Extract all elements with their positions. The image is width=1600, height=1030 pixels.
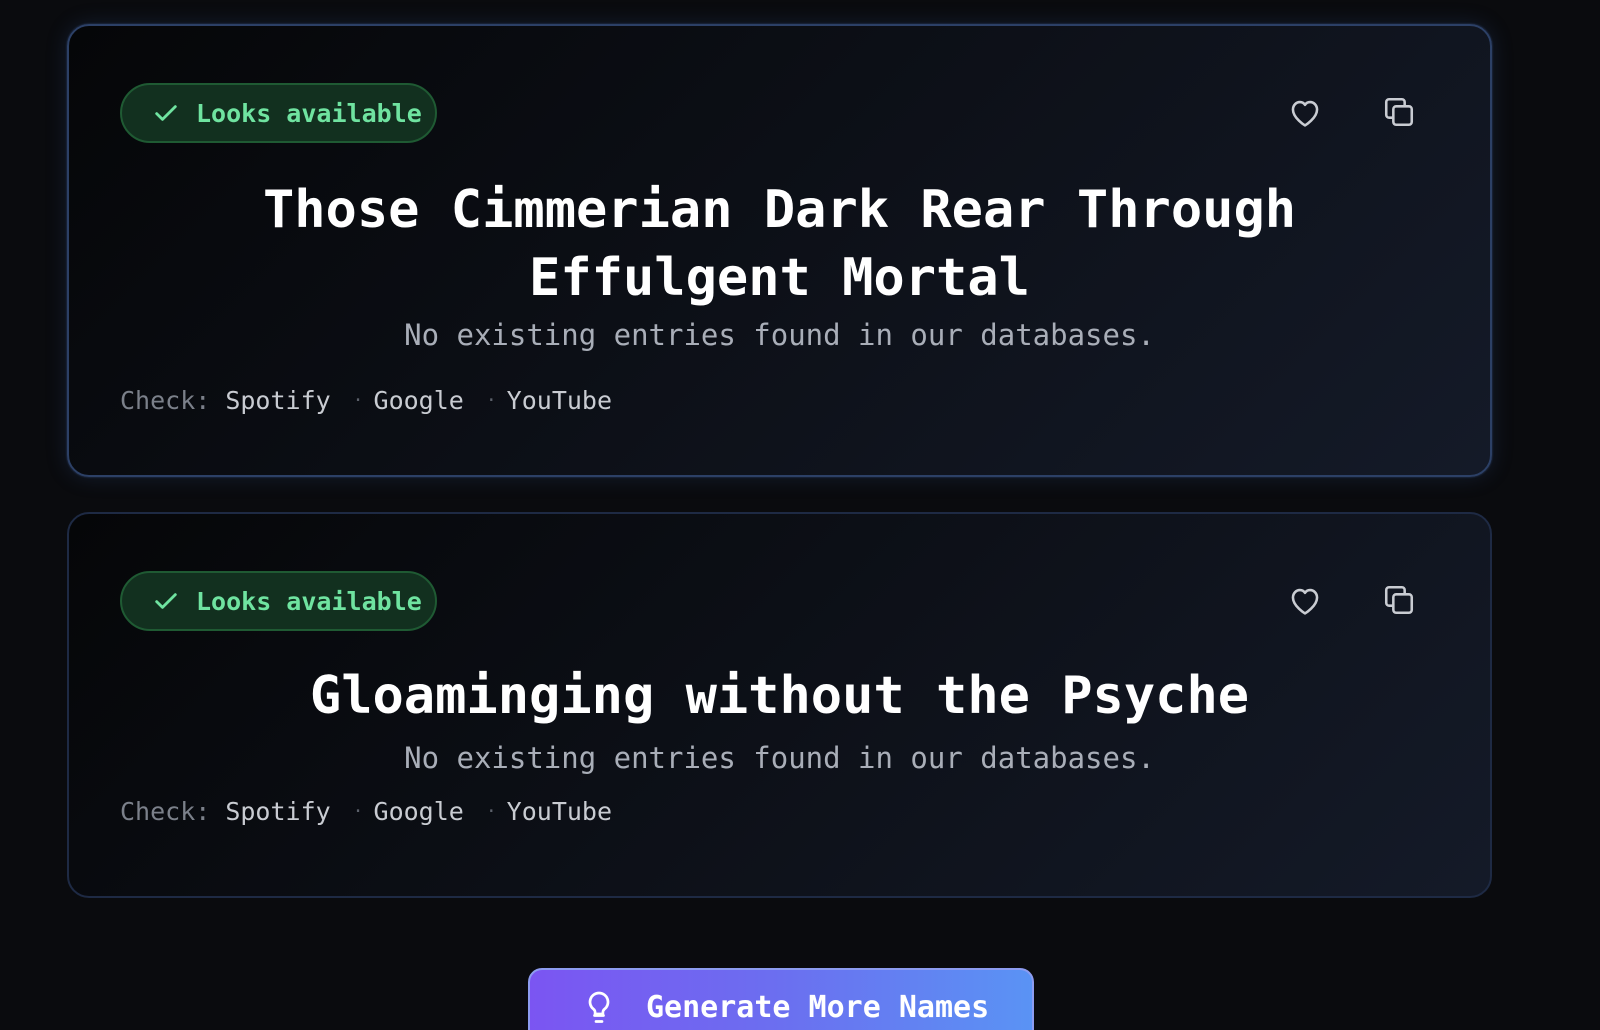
check-label: Check:: [120, 797, 211, 826]
link-separator: ·: [352, 801, 364, 822]
availability-badge: Looks available: [120, 571, 437, 631]
card-actions: [1287, 582, 1417, 618]
band-name-title: Gloaminging without the Psyche: [309, 666, 1250, 726]
link-separator: ·: [485, 801, 497, 822]
result-description: No existing entries found in our databas…: [404, 741, 1155, 775]
availability-badge-label: Looks available: [196, 98, 422, 128]
google-link[interactable]: Google: [374, 386, 464, 415]
availability-badge: Looks available: [120, 83, 437, 143]
link-separator: ·: [485, 390, 497, 411]
result-card[interactable]: Looks available Gloaminging without the …: [67, 512, 1492, 898]
spotify-link[interactable]: Spotify: [225, 386, 330, 415]
lightbulb-icon: [584, 990, 616, 1026]
result-description: No existing entries found in our databas…: [404, 318, 1155, 352]
generate-more-button[interactable]: Generate More Names: [528, 968, 1034, 1030]
heart-icon[interactable]: [1287, 94, 1323, 130]
check-icon: [152, 587, 180, 615]
check-links: Check: Spotify · Google · YouTube: [120, 386, 612, 415]
check-label: Check:: [120, 386, 211, 415]
card-actions: [1287, 94, 1417, 130]
check-icon: [152, 99, 180, 127]
heart-icon[interactable]: [1287, 582, 1323, 618]
copy-icon[interactable]: [1381, 582, 1417, 618]
band-name-title: Those Cimmerian Dark Rear Through Effulg…: [262, 180, 1297, 308]
link-separator: ·: [352, 390, 364, 411]
result-card[interactable]: Looks available Those Cimmerian Dark Rea…: [67, 24, 1492, 477]
generate-more-label: Generate More Names: [646, 990, 990, 1025]
availability-badge-label: Looks available: [196, 586, 422, 616]
results-page: Looks available Those Cimmerian Dark Rea…: [0, 0, 1600, 1030]
copy-icon[interactable]: [1381, 94, 1417, 130]
check-links: Check: Spotify · Google · YouTube: [120, 797, 612, 826]
google-link[interactable]: Google: [374, 797, 464, 826]
spotify-link[interactable]: Spotify: [225, 797, 330, 826]
youtube-link[interactable]: YouTube: [507, 797, 612, 826]
youtube-link[interactable]: YouTube: [507, 386, 612, 415]
